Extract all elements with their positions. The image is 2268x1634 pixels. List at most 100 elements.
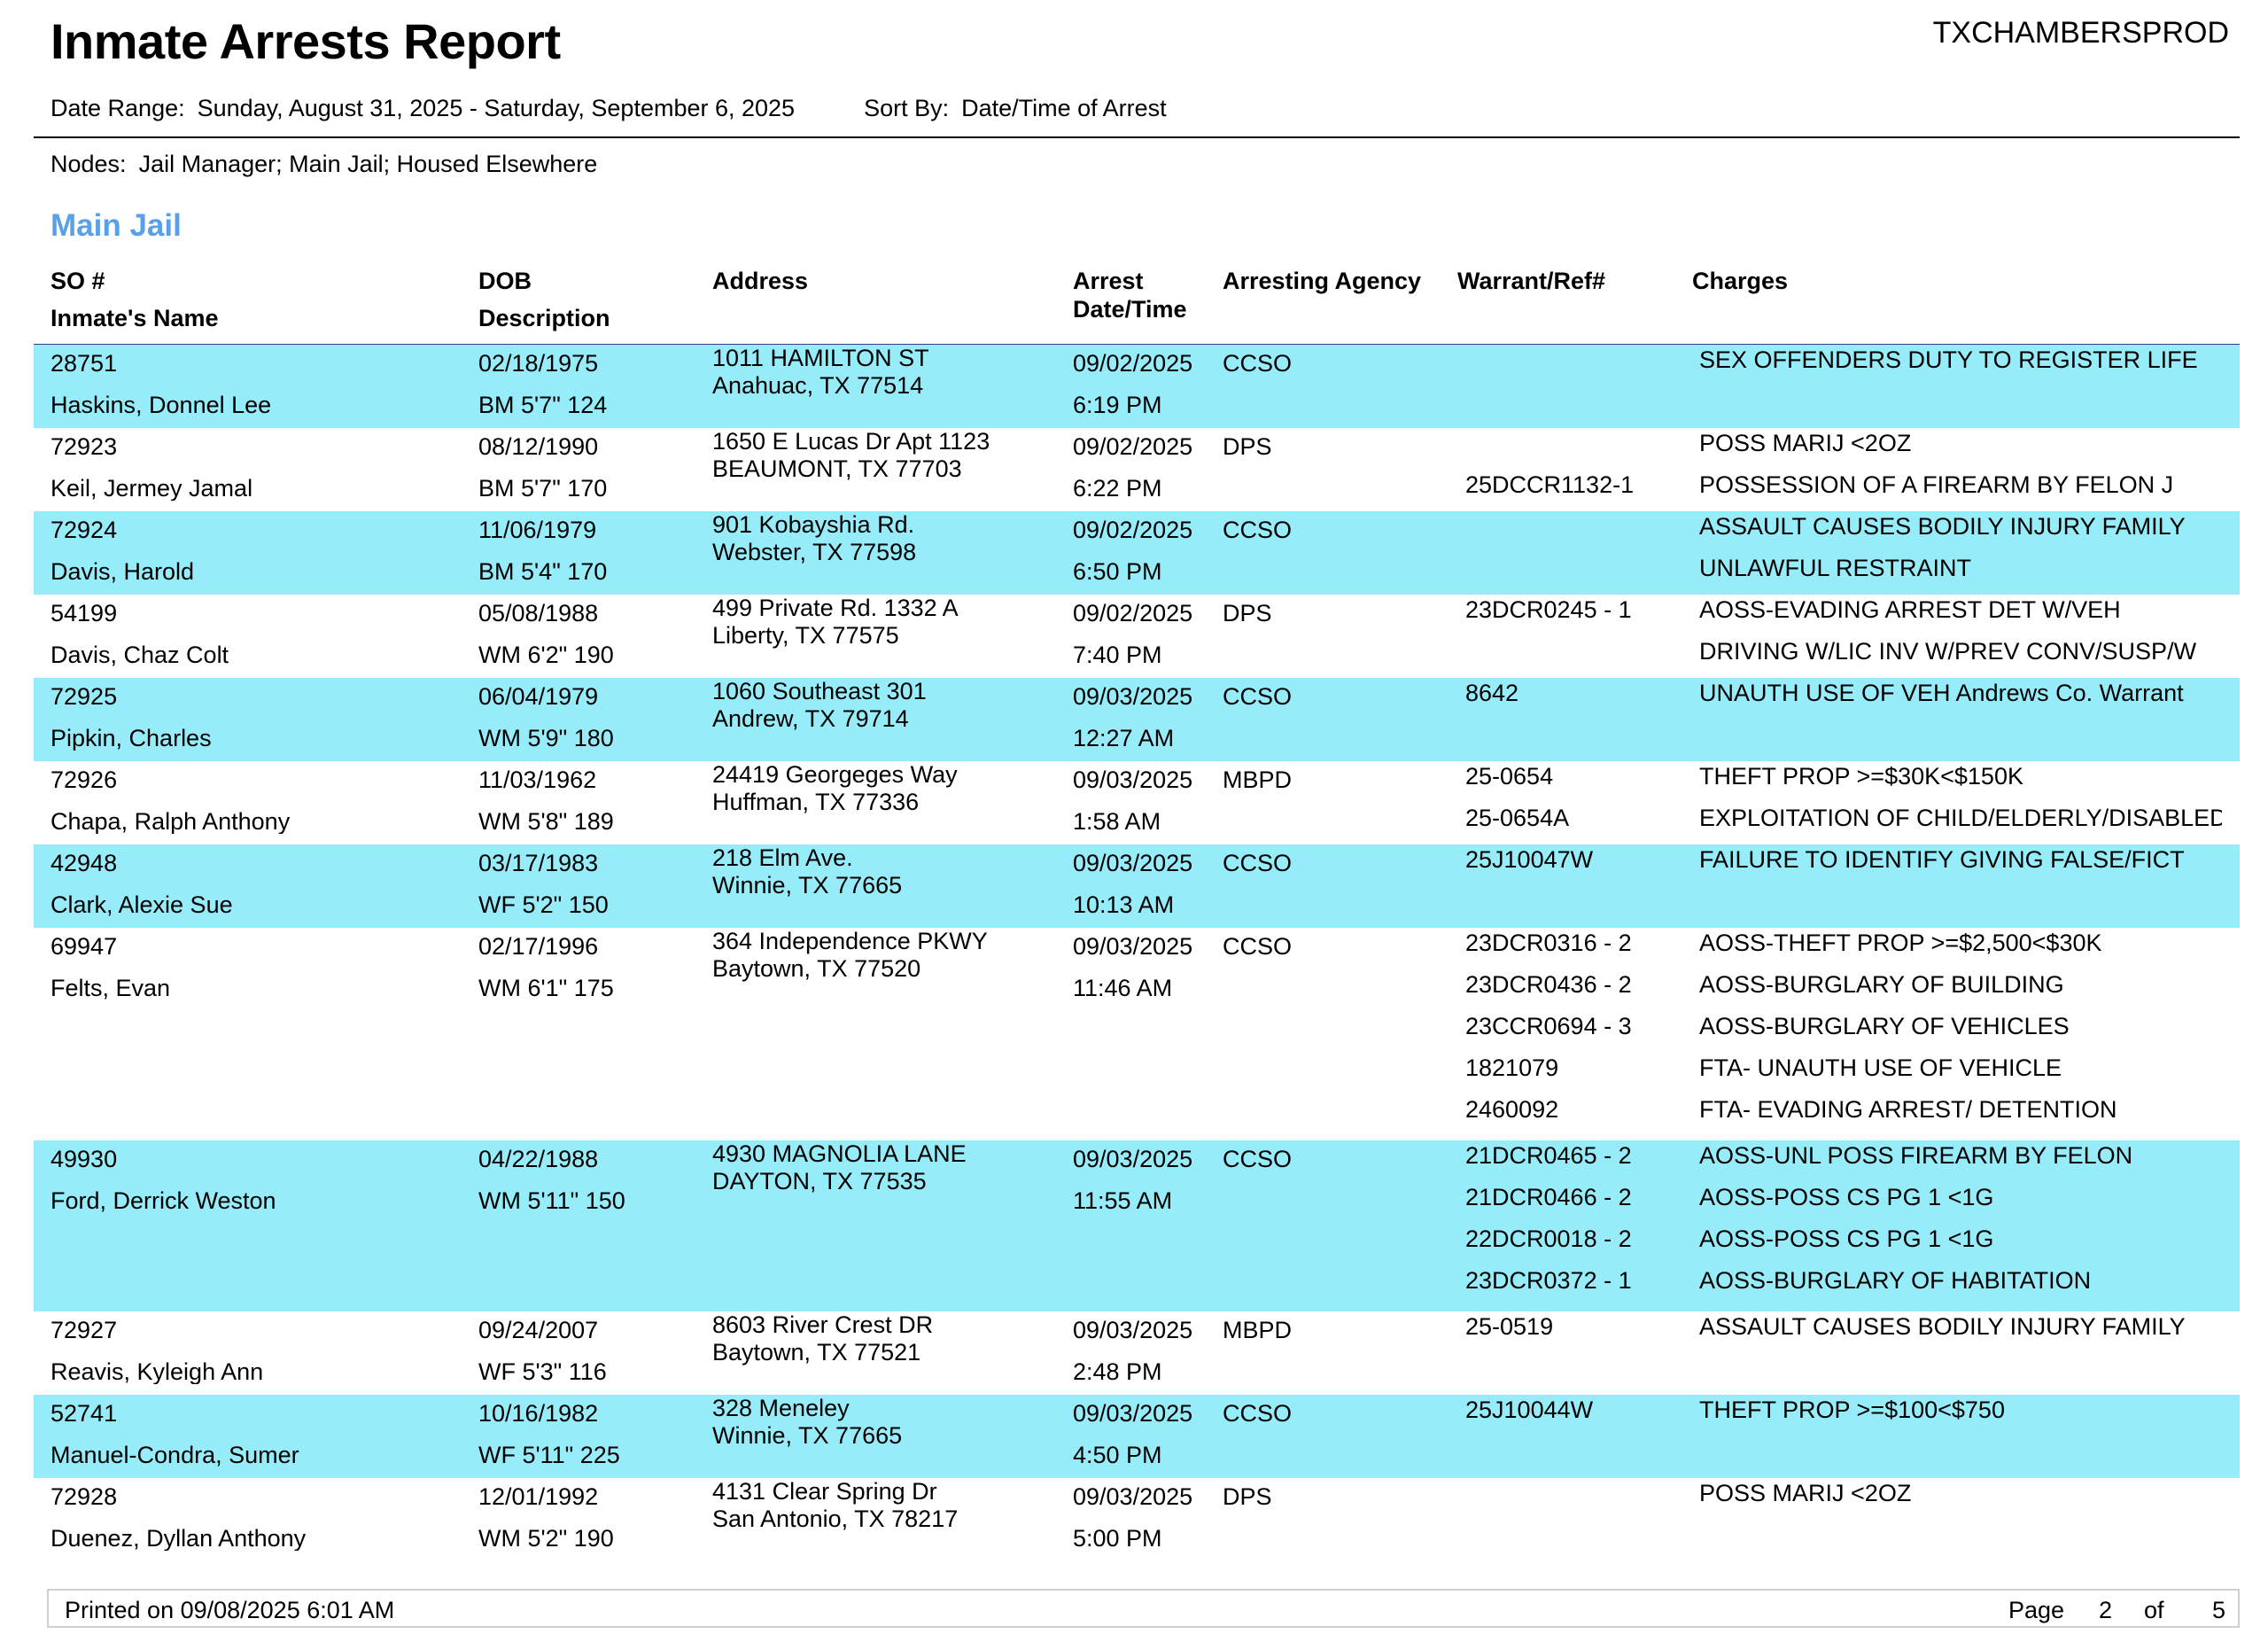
so-number: 69947 — [50, 935, 118, 959]
charge: AOSS-POSS CS PG 1 <1G — [1699, 1186, 1994, 1210]
charge: THEFT PROP >=$30K<$150K — [1699, 765, 2023, 789]
col-header-warrant: Warrant/Ref# — [1457, 268, 1606, 294]
address-line2: Webster, TX 77598 — [712, 539, 917, 565]
inmate-name: Pipkin, Charles — [50, 727, 212, 751]
inmate-name: Clark, Alexie Sue — [50, 893, 233, 917]
table-row: 52741 Manuel-Condra, Sumer 10/16/1982 WF 5'… — [34, 1395, 2240, 1478]
col-header-arrest-datetime: Date/Time — [1073, 296, 1187, 323]
arrest-date: 09/02/2025 — [1073, 435, 1193, 459]
arresting-agency: DPS — [1223, 1485, 1272, 1509]
arresting-agency: MBPD — [1223, 1319, 1293, 1342]
arresting-agency: CCSO — [1223, 685, 1293, 709]
arrest-time: 6:22 PM — [1073, 477, 1162, 501]
address-line1: 24419 Georgeges Way — [712, 761, 958, 788]
dob: 10/16/1982 — [478, 1402, 599, 1426]
arrest-time: 11:46 AM — [1073, 977, 1173, 1000]
description: BM 5'7" 170 — [478, 477, 608, 501]
arrest-date: 09/03/2025 — [1073, 685, 1193, 709]
dob: 08/12/1990 — [478, 435, 599, 459]
table-row: 28751 Haskins, Donnel Lee 02/18/1975 BM 5'7… — [34, 345, 2240, 428]
so-number: 42948 — [50, 852, 118, 875]
warrant-ref: 25DCCR1132-1 — [1465, 473, 1635, 497]
charge: AOSS-BURGLARY OF VEHICLES — [1699, 1015, 2070, 1039]
description: WM 6'1" 175 — [478, 977, 614, 1000]
description: WM 5'11" 150 — [478, 1189, 625, 1213]
charge: DRIVING W/LIC INV W/PREV CONV/SUSP/W — [1699, 640, 2197, 664]
so-number: 72925 — [50, 685, 118, 709]
so-number: 72924 — [50, 518, 118, 542]
arresting-agency: CCSO — [1223, 935, 1293, 959]
col-header-arrest: Arrest — [1073, 268, 1144, 294]
description: WM 5'8" 189 — [478, 810, 614, 834]
address-line2: San Antonio, TX 78217 — [712, 1506, 959, 1532]
charge: FTA- UNAUTH USE OF VEHICLE — [1699, 1056, 2062, 1080]
dob: 05/08/1988 — [478, 602, 599, 626]
warrant-ref: 23DCR0436 - 2 — [1465, 973, 1632, 997]
arrests-table: 28751 Haskins, Donnel Lee 02/18/1975 BM 5'7… — [34, 345, 2240, 1561]
address-line1: 4930 MAGNOLIA LANE — [712, 1140, 967, 1167]
arrest-time: 12:27 AM — [1073, 727, 1175, 751]
dob: 12/01/1992 — [478, 1485, 599, 1509]
address-line1: 901 Kobayshia Rd. — [712, 511, 915, 538]
dob: 11/06/1979 — [478, 518, 597, 542]
description: WF 5'2" 150 — [478, 893, 609, 917]
of-label: of — [2144, 1597, 2164, 1623]
table-row: 72925 Pipkin, Charles 06/04/1979 WM 5'9" 18… — [34, 678, 2240, 761]
col-header-agency: Arresting Agency — [1223, 268, 1422, 294]
description: WF 5'3" 116 — [478, 1360, 607, 1384]
warrant-ref: 21DCR0465 - 2 — [1465, 1144, 1632, 1168]
arresting-agency: CCSO — [1223, 852, 1293, 875]
description: WM 5'2" 190 — [478, 1527, 614, 1551]
arrest-date: 09/03/2025 — [1073, 852, 1193, 875]
charge: FAILURE TO IDENTIFY GIVING FALSE/FICT — [1699, 848, 2185, 872]
page-footer: Printed on 09/08/2025 6:01 AM Page 2 of … — [47, 1589, 2240, 1628]
table-row: 42948 Clark, Alexie Sue 03/17/1983 WF 5'2" … — [34, 844, 2240, 928]
arrest-time: 1:58 AM — [1073, 810, 1161, 834]
table-row: 72924 Davis, Harold 11/06/1979 BM 5'4" 170 9… — [34, 511, 2240, 595]
col-header-dob: DOB — [478, 268, 532, 294]
charge: EXPLOITATION OF CHILD/ELDERLY/DISABLED — [1699, 806, 2222, 830]
dob: 11/03/1962 — [478, 768, 597, 792]
report-title: Inmate Arrests Report — [50, 13, 561, 69]
nodes-line: Nodes: Jail Manager; Main Jail; Housed El… — [50, 151, 597, 178]
inmate-name: Ford, Derrick Weston — [50, 1189, 276, 1213]
warrant-ref: 2460092 — [1465, 1098, 1559, 1122]
arresting-agency: CCSO — [1223, 1148, 1293, 1171]
charge: ASSAULT CAUSES BODILY INJURY FAMILY — [1699, 1315, 2186, 1339]
so-number: 72926 — [50, 768, 118, 792]
arrest-date: 09/03/2025 — [1073, 1319, 1193, 1342]
sort-label: Sort By: — [864, 95, 950, 121]
col-header-address: Address — [712, 268, 809, 294]
printed-on: Printed on 09/08/2025 6:01 AM — [65, 1597, 395, 1623]
arrest-time: 7:40 PM — [1073, 643, 1162, 667]
table-row: 72927 Reavis, Kyleigh Ann 09/24/2007 WF 5'3… — [34, 1311, 2240, 1395]
warrant-ref: 25-0654A — [1465, 806, 1570, 830]
table-row: 49930 Ford, Derrick Weston 04/22/1988 WM 5'… — [34, 1140, 2240, 1311]
inmate-name: Chapa, Ralph Anthony — [50, 810, 291, 834]
inmate-name: Davis, Harold — [50, 560, 195, 584]
address-line2: Baytown, TX 77520 — [712, 955, 921, 982]
inmate-name: Manuel-Condra, Sumer — [50, 1443, 299, 1467]
charge: AOSS-THEFT PROP >=$2,500<$30K — [1699, 931, 2102, 955]
inmate-name: Davis, Chaz Colt — [50, 643, 229, 667]
warrant-ref: 23CCR0694 - 3 — [1465, 1015, 1632, 1039]
charge: POSS MARIJ <2OZ — [1699, 432, 1912, 455]
address-line2: Anahuac, TX 77514 — [712, 372, 924, 399]
charge: AOSS-EVADING ARREST DET W/VEH — [1699, 598, 2121, 622]
page-label: Page — [2008, 1597, 2065, 1623]
charge: AOSS-POSS CS PG 1 <1G — [1699, 1227, 1994, 1251]
address-line2: Andrew, TX 79714 — [712, 705, 909, 732]
address-line2: Winnie, TX 77665 — [712, 872, 903, 899]
warrant-ref: 8642 — [1465, 681, 1519, 705]
charge: AOSS-BURGLARY OF BUILDING — [1699, 973, 2064, 997]
charge: ASSAULT CAUSES BODILY INJURY FAMILY — [1699, 515, 2186, 539]
header-divider — [34, 136, 2240, 138]
page-number: 2 — [2099, 1597, 2113, 1623]
warrant-ref: 25J10047W — [1465, 848, 1594, 872]
table-row: 54199 Davis, Chaz Colt 05/08/1988 WM 6'2" 1… — [34, 595, 2240, 678]
inmate-name: Duenez, Dyllan Anthony — [50, 1527, 307, 1551]
address-line2: Huffman, TX 77336 — [712, 789, 920, 815]
arrest-time: 6:19 PM — [1073, 393, 1162, 417]
nodes-value: Jail Manager; Main Jail; Housed Elsewher… — [138, 151, 598, 177]
arresting-agency: CCSO — [1223, 1402, 1293, 1426]
